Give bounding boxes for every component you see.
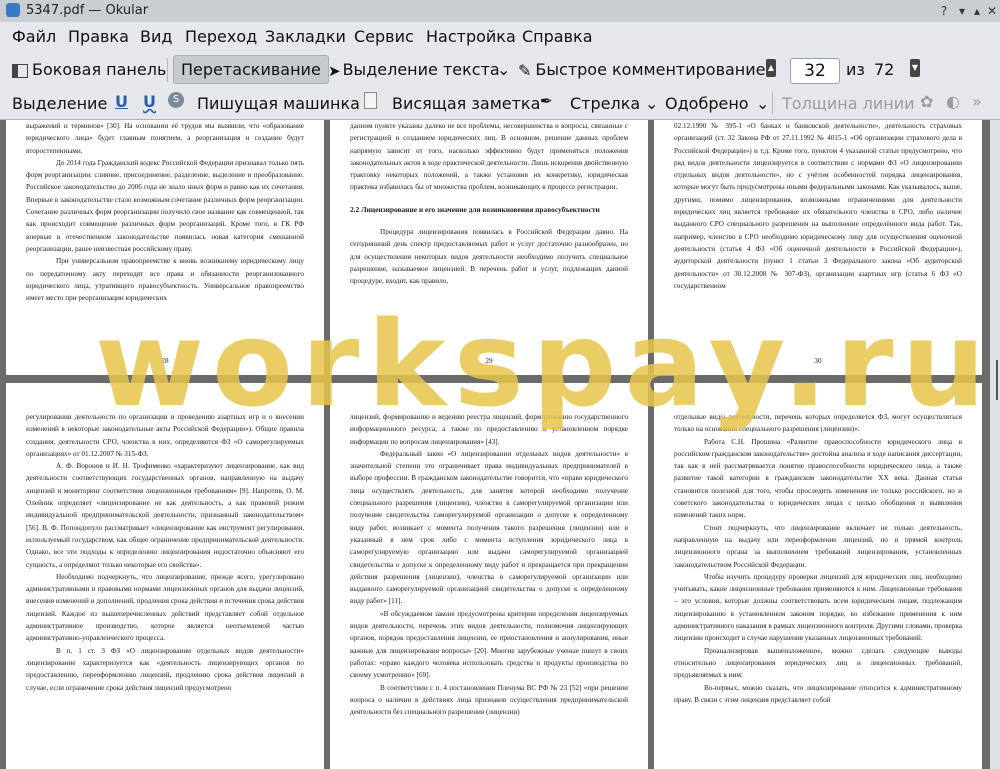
paragraph: 02.12.1990 № 395-1 «О банках и банковско… bbox=[674, 122, 962, 290]
popup-note-button[interactable]: Висящая заметка bbox=[392, 94, 540, 113]
page-30: 02.12.1990 № 395-1 «О банках и банковско… bbox=[654, 120, 982, 375]
page-33: отдельные виды деятельности, перечень ко… bbox=[654, 383, 982, 769]
strikeout-icon[interactable]: S bbox=[168, 92, 184, 108]
menu-help[interactable]: Справка bbox=[522, 27, 593, 46]
cursor-icon: ➤ bbox=[328, 61, 341, 80]
highlight-button[interactable]: Выделение bbox=[12, 94, 107, 113]
paragraph: До 2014 года Гражданский кодекс Российск… bbox=[26, 158, 304, 253]
paragraph: Федеральный закон «О лицензировании отде… bbox=[350, 449, 628, 606]
separator bbox=[772, 92, 773, 114]
sidebar-icon bbox=[12, 63, 28, 78]
menu-bookmarks[interactable]: Закладки bbox=[265, 27, 346, 46]
menu-file[interactable]: Файл bbox=[12, 27, 56, 46]
sidebar-button[interactable]: Боковая панель bbox=[12, 60, 166, 79]
paragraph: В соответствии с п. 4 постановления Плен… bbox=[350, 683, 628, 717]
menu-settings[interactable]: Настройка bbox=[426, 27, 516, 46]
text-selection-button[interactable]: ➤ Выделение текста bbox=[328, 60, 500, 80]
stamp-button[interactable]: Одобрено bbox=[665, 94, 749, 113]
main-toolbar: Боковая панель Перетаскивание ➤ Выделение… bbox=[0, 52, 1000, 88]
more-icon[interactable]: » bbox=[972, 92, 982, 111]
page-28: выражений и терминов» [30]. На основании… bbox=[6, 120, 324, 375]
paragraph: выражений и терминов» [30]. На основании… bbox=[26, 122, 304, 155]
separator bbox=[167, 58, 168, 82]
underline-icon[interactable]: U bbox=[115, 92, 128, 111]
text-selection-label: Выделение текста bbox=[342, 60, 500, 79]
window-title: 5347.pdf — Okular bbox=[26, 3, 149, 18]
page-total: 72 bbox=[874, 60, 895, 79]
paragraph: данном пункте указаны далеко не все проб… bbox=[350, 122, 628, 192]
paragraph: регулировании деятельности по организаци… bbox=[26, 413, 304, 458]
chevron-down-icon[interactable]: ⌄ bbox=[645, 94, 658, 113]
page-32: лицензий, формированию и ведению реестра… bbox=[330, 383, 648, 769]
menu-view[interactable]: Вид bbox=[140, 27, 172, 46]
paragraph: лицензий, формированию и ведению реестра… bbox=[350, 413, 628, 446]
maximize-icon[interactable]: ▴ bbox=[969, 3, 985, 19]
page-number: 30 bbox=[814, 356, 822, 365]
squiggle-icon[interactable]: U bbox=[143, 92, 156, 111]
drag-tool-label: Перетаскивание bbox=[181, 60, 321, 79]
page-number-input[interactable]: 32 bbox=[790, 58, 840, 84]
okular-app-icon bbox=[6, 3, 20, 17]
previous-page-icon[interactable]: ▲ bbox=[766, 59, 776, 77]
page-of-label: из bbox=[846, 60, 865, 79]
vertical-scrollbar[interactable] bbox=[990, 120, 1000, 769]
menu-edit[interactable]: Правка bbox=[68, 27, 129, 46]
title-bar: 5347.pdf — Okular ? ▾ ▴ ✕ bbox=[0, 0, 1000, 23]
pen-icon: ✎ bbox=[518, 61, 532, 80]
typewriter-button[interactable]: Пишущая машинка bbox=[197, 94, 360, 113]
note-icon bbox=[364, 92, 377, 109]
arrow-tool-button[interactable]: Стрелка bbox=[570, 94, 640, 113]
close-icon[interactable]: ✕ bbox=[984, 3, 1000, 19]
paragraph: Необходимо подчеркнуть, что лицензирован… bbox=[26, 572, 304, 643]
pen-icon: ✒ bbox=[540, 92, 553, 110]
paragraph: Проанализировав вышеизложенное, можно сд… bbox=[674, 646, 962, 680]
drag-tool-button[interactable]: Перетаскивание bbox=[173, 55, 329, 84]
line-width-control[interactable]: Толщина линии bbox=[782, 94, 915, 113]
menu-go[interactable]: Переход bbox=[185, 27, 257, 46]
paragraph: В п. 1 ст. 3 ФЗ «О лицензировании отдель… bbox=[26, 646, 304, 692]
sidebar-label: Боковая панель bbox=[32, 60, 167, 79]
paragraph: отдельные виды деятельности, перечень ко… bbox=[674, 413, 962, 434]
page-number: 28 bbox=[161, 356, 169, 365]
page-31: регулировании деятельности по организаци… bbox=[6, 383, 324, 769]
paragraph: Стоит подчеркнуть, что лицензирование вк… bbox=[674, 523, 962, 569]
paragraph: «В обсуждаемом законе предусмотрены крит… bbox=[350, 609, 628, 680]
paragraph: Процедура лицензирования появилась в Рос… bbox=[350, 228, 628, 286]
help-icon[interactable]: ? bbox=[936, 3, 952, 19]
paragraph: Чтобы изучить процедуру проверки лицензи… bbox=[674, 572, 962, 643]
chevron-down-icon[interactable]: ⌄ bbox=[756, 94, 769, 113]
paragraph: При универсальном правопреемстве к вновь… bbox=[26, 257, 304, 303]
quick-comment-label: Быстрое комментирование bbox=[535, 60, 766, 79]
quick-comment-button[interactable]: ✎ Быстрое комментирование bbox=[518, 60, 766, 80]
page-number: 29 bbox=[485, 356, 493, 365]
annotation-toolbar: Выделение U U S Пишущая машинка Висящая … bbox=[0, 88, 1000, 120]
paragraph: А. Ф. Воронов и И. Н. Трофименко «характ… bbox=[26, 462, 304, 569]
paragraph: Работа С.Н. Прошина «Развитие правоспосо… bbox=[674, 437, 962, 520]
scrollbar-thumb[interactable] bbox=[996, 360, 998, 400]
paragraph: Во-первых, можно сказать, что лицензиров… bbox=[674, 683, 962, 704]
menu-bar: Файл Правка Вид Переход Закладки Сервис … bbox=[0, 22, 1000, 52]
opacity-icon[interactable]: ◐ bbox=[946, 92, 960, 111]
minimize-icon[interactable]: ▾ bbox=[954, 3, 970, 19]
menu-tools[interactable]: Сервис bbox=[354, 27, 414, 46]
palette-icon[interactable]: ✿ bbox=[920, 92, 933, 111]
document-viewport[interactable]: выражений и терминов» [30]. На основании… bbox=[0, 120, 990, 769]
next-page-icon[interactable]: ▼ bbox=[910, 59, 920, 77]
chevron-down-icon[interactable]: ⌄ bbox=[497, 60, 510, 79]
page-29: данном пункте указаны далеко не все проб… bbox=[330, 120, 648, 375]
section-heading: 2.2 Лицензирование и его значение для во… bbox=[350, 204, 600, 214]
